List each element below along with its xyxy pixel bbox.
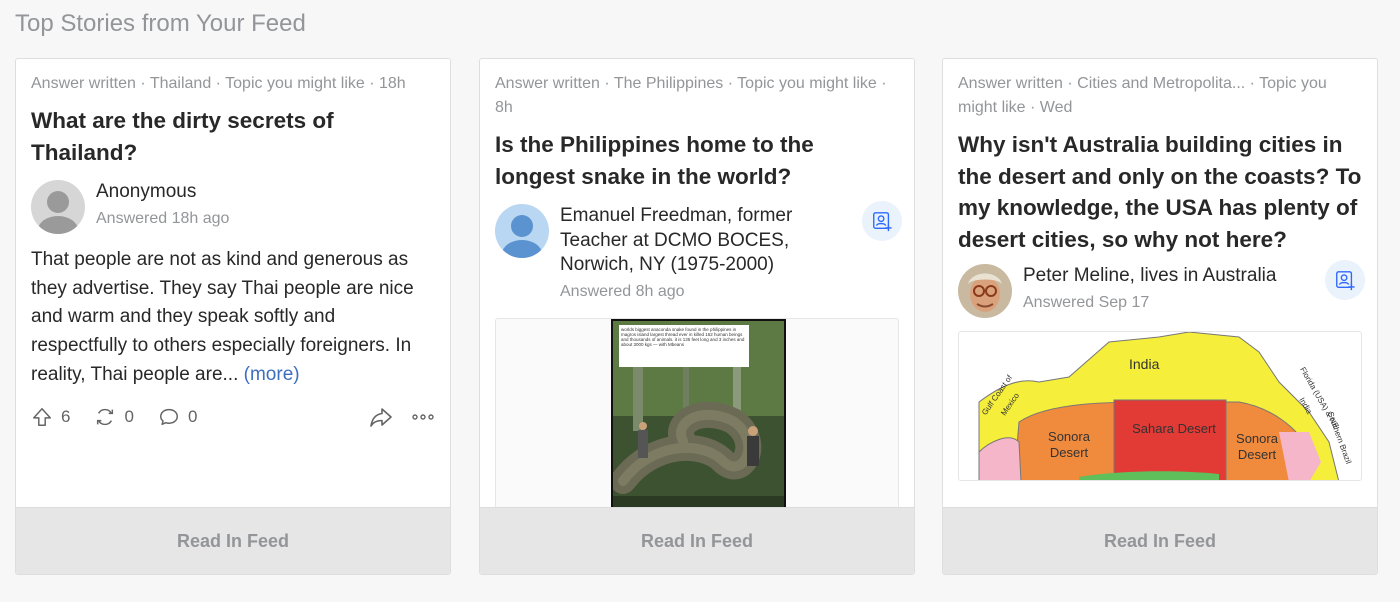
story-card[interactable]: Answer written · Thailand · Topic you mi… bbox=[15, 58, 451, 575]
story-meta: Answer written · The Philippines · Topic… bbox=[495, 75, 887, 116]
answer-image[interactable]: worlds biggest anaconda snake found in t… bbox=[495, 317, 899, 518]
upvote-count: 6 bbox=[61, 406, 71, 426]
story-card[interactable]: Answer written · Cities and Metropolita.… bbox=[942, 58, 1378, 575]
share-button[interactable] bbox=[369, 406, 393, 428]
answer-excerpt[interactable]: That people are not as kind and generous… bbox=[31, 246, 435, 390]
answer-text: That people are not as kind and generous… bbox=[31, 249, 414, 385]
answered-time[interactable]: Answered Sep 17 bbox=[1023, 291, 1318, 315]
author-row: Emanuel Freedman, former Teacher at DCMO… bbox=[495, 201, 902, 304]
question-title[interactable]: What are the dirty secrets of Thailand? bbox=[31, 105, 435, 168]
snake-photo: worlds biggest anaconda snake found in t… bbox=[611, 318, 786, 517]
more-options-button[interactable] bbox=[411, 413, 435, 421]
map-label-sonora-right: Sonora Desert bbox=[1236, 431, 1278, 462]
answered-time[interactable]: Answered 8h ago bbox=[560, 280, 855, 304]
share-icon bbox=[370, 407, 392, 427]
upvote-icon bbox=[33, 407, 51, 426]
author-name[interactable]: Anonymous bbox=[96, 180, 435, 205]
avatar[interactable] bbox=[495, 204, 549, 258]
answered-time[interactable]: Answered 18h ago bbox=[96, 207, 435, 231]
question-title[interactable]: Why isn't Australia building cities in t… bbox=[958, 129, 1362, 255]
comment-icon bbox=[159, 408, 178, 425]
ellipsis-icon bbox=[412, 413, 434, 420]
upvote-button[interactable]: 6 bbox=[31, 406, 70, 428]
add-user-icon bbox=[873, 212, 892, 232]
avatar[interactable] bbox=[31, 180, 85, 234]
anonymous-avatar-icon bbox=[31, 180, 85, 234]
question-title[interactable]: Is the Philippines home to the longest s… bbox=[495, 129, 899, 192]
section-title: Top Stories from Your Feed bbox=[15, 10, 306, 37]
map-label-sonora-left: Sonora Desert bbox=[1048, 429, 1090, 460]
comment-count: 0 bbox=[187, 406, 198, 426]
map-label-india: India bbox=[1129, 356, 1160, 372]
answer-image[interactable]: India Gulf Coast of Mexico Florida (USA)… bbox=[958, 331, 1362, 481]
author-row: Peter Meline, lives in Australia Answere… bbox=[958, 260, 1365, 318]
map-label-sahara: Sahara Desert bbox=[1132, 421, 1216, 436]
follow-user-button[interactable] bbox=[1325, 260, 1365, 300]
author-row: Anonymous Answered 18h ago bbox=[31, 180, 435, 234]
reshare-icon bbox=[97, 408, 114, 425]
image-caption: worlds biggest anaconda snake found in t… bbox=[619, 324, 749, 367]
more-link[interactable]: (more) bbox=[244, 364, 300, 385]
story-card[interactable]: Answer written · The Philippines · Topic… bbox=[479, 58, 915, 575]
user-photo-avatar-icon bbox=[958, 264, 1012, 318]
author-name[interactable]: Emanuel Freedman, former Teacher at DCMO… bbox=[560, 204, 855, 278]
read-in-feed-button[interactable]: Read In Feed bbox=[480, 507, 914, 574]
reshare-button[interactable]: 0 bbox=[94, 406, 134, 428]
follow-user-button[interactable] bbox=[862, 201, 902, 241]
story-meta: Answer written · Thailand · Topic you mi… bbox=[31, 75, 406, 92]
read-in-feed-button[interactable]: Read In Feed bbox=[943, 507, 1377, 574]
comment-button[interactable]: 0 bbox=[158, 406, 197, 428]
avatar[interactable] bbox=[958, 264, 1012, 318]
reshare-count: 0 bbox=[124, 406, 134, 426]
add-user-icon bbox=[1336, 271, 1355, 291]
story-meta: Answer written · Cities and Metropolita.… bbox=[958, 75, 1327, 116]
author-name[interactable]: Peter Meline, lives in Australia bbox=[1023, 264, 1318, 289]
default-user-avatar-icon bbox=[495, 204, 549, 258]
action-bar: 6 0 0 bbox=[31, 402, 435, 432]
read-in-feed-button[interactable]: Read In Feed bbox=[16, 507, 450, 574]
